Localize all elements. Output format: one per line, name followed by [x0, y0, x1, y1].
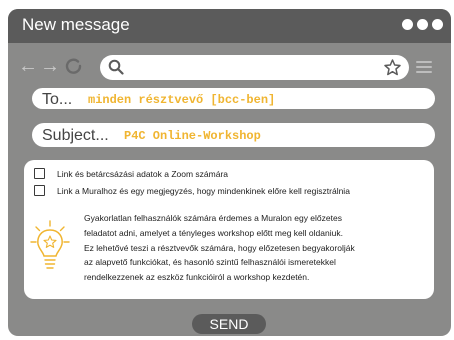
tip-line: Gyakorlatlan felhasználók számára érdeme… — [84, 213, 342, 223]
star-icon[interactable] — [384, 59, 401, 76]
window-menu-button[interactable] — [402, 19, 443, 30]
hamburger-menu-icon[interactable] — [416, 61, 432, 73]
lightbulb-star-icon — [30, 220, 70, 269]
arrow-right-icon: → — [40, 55, 60, 77]
forward-button[interactable]: → — [40, 56, 60, 76]
search-icon — [108, 59, 124, 75]
window-title: New message — [22, 15, 130, 34]
back-button[interactable]: ← — [18, 56, 38, 76]
checklist-item[interactable]: Link és betárcsázási adatok a Zoom számá… — [34, 168, 228, 179]
dot-icon — [417, 19, 428, 30]
to-label: To... — [42, 91, 73, 108]
tip-line: rendelkezzenek az eszköz funkcióiról a w… — [84, 272, 310, 283]
subject-field[interactable]: Subject... P4C Online-Workshop — [32, 123, 435, 147]
dot-icon — [432, 19, 443, 30]
subject-value: P4C Online-Workshop — [124, 129, 261, 143]
reload-button[interactable] — [65, 57, 83, 79]
arrow-left-icon: ← — [18, 55, 38, 77]
tip-text: Gyakorlatlan felhasználók számára érdeme… — [84, 211, 424, 285]
subject-label: Subject... — [42, 127, 109, 144]
tip-line: Ez lehetővé teszi a résztvevők számára, … — [84, 242, 355, 253]
titlebar: New message — [8, 9, 451, 43]
send-button[interactable]: SEND — [192, 314, 266, 334]
checkbox[interactable] — [34, 185, 45, 196]
message-window: New message ← → To... minden résztvevő [… — [8, 9, 451, 336]
reload-icon — [65, 58, 82, 74]
checklist-item-label: Link a Muralhoz és egy megjegyzés, hogy … — [57, 185, 350, 196]
checklist-item[interactable]: Link a Muralhoz és egy megjegyzés, hogy … — [34, 185, 350, 196]
address-bar[interactable] — [100, 55, 409, 80]
tip-line: az alapvető funkciókat, és hasonló szint… — [84, 257, 336, 268]
to-field[interactable]: To... minden résztvevő [bcc-ben] — [32, 88, 435, 109]
checkbox[interactable] — [34, 168, 45, 179]
dot-icon — [402, 19, 413, 30]
tip-line: feladatot adni, amelyet a tényleges work… — [84, 227, 343, 238]
checklist-item-label: Link és betárcsázási adatok a Zoom számá… — [57, 168, 229, 179]
to-value: minden résztvevő [bcc-ben] — [88, 93, 276, 107]
message-body[interactable]: Link és betárcsázási adatok a Zoom számá… — [24, 160, 434, 299]
